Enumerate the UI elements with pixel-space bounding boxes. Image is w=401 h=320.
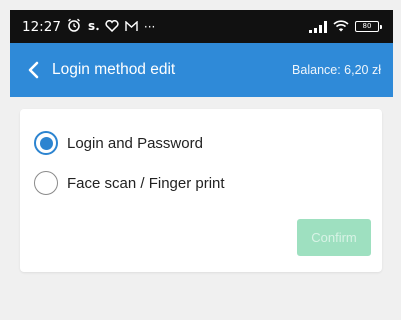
app-bar: Login method edit Balance: 6,20 zł bbox=[10, 43, 393, 97]
heart-icon bbox=[105, 19, 119, 35]
screen: 12:27 s ··· 80 Login method edit Balance… bbox=[10, 10, 393, 320]
option-label: Face scan / Finger print bbox=[67, 174, 225, 192]
confirm-button[interactable]: Confirm bbox=[297, 219, 371, 256]
balance-label: Balance: 6,20 zł bbox=[292, 63, 381, 77]
signal-icon bbox=[309, 20, 327, 33]
option-login-password[interactable]: Login and Password bbox=[34, 131, 203, 155]
s-app-icon: s bbox=[87, 18, 99, 35]
chevron-left-icon[interactable] bbox=[22, 59, 44, 81]
option-label: Login and Password bbox=[67, 134, 203, 152]
wifi-icon bbox=[333, 19, 349, 35]
radio-checked[interactable] bbox=[34, 131, 58, 155]
alarm-icon bbox=[67, 18, 81, 35]
mail-icon bbox=[125, 19, 138, 35]
option-face-finger[interactable]: Face scan / Finger print bbox=[34, 171, 225, 195]
page-title: Login method edit bbox=[52, 61, 176, 78]
battery-icon: 80 bbox=[355, 21, 382, 32]
radio-unchecked[interactable] bbox=[34, 171, 58, 195]
status-time: 12:27 bbox=[22, 18, 61, 35]
more-icon: ··· bbox=[143, 19, 156, 34]
login-method-card: Login and Password Face scan / Finger pr… bbox=[20, 109, 382, 272]
svg-text:s: s bbox=[88, 19, 95, 32]
status-bar: 12:27 s ··· 80 bbox=[10, 10, 393, 43]
battery-level: 80 bbox=[362, 22, 372, 30]
